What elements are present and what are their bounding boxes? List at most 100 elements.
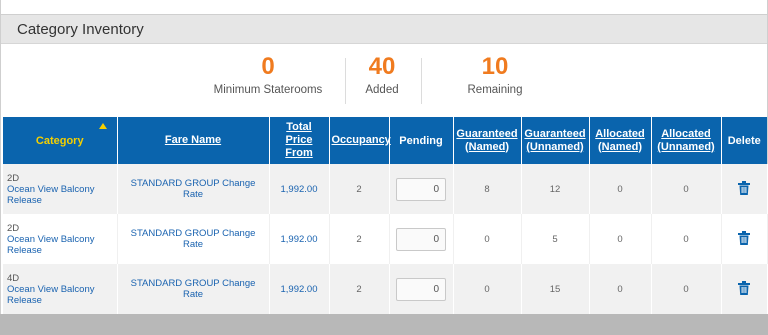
allocated-named-cell: 0 (589, 164, 652, 214)
header-line: (Named) (464, 140, 509, 153)
category-code: 4D (7, 272, 20, 284)
occupancy-cell: 2 (329, 164, 390, 214)
category-cell: 2D Ocean View Balcony Release (3, 164, 118, 214)
header-line: Guaranteed (524, 127, 586, 140)
minimum-staterooms-value: 0 (261, 53, 275, 80)
allocated-unnamed-cell: 0 (651, 214, 722, 264)
category-name-line[interactable]: Ocean View Balcony (7, 284, 113, 295)
trash-icon[interactable] (738, 230, 750, 248)
pending-input[interactable]: 0 (396, 227, 446, 251)
category-cell: 2D Ocean View Balcony Release (3, 214, 118, 264)
fare-name-cell: STANDARD GROUP Change Rate (117, 164, 270, 214)
column-header-guaranteed-named[interactable]: Guaranteed (Named) (453, 117, 522, 164)
category-name-line[interactable]: Release (7, 245, 113, 256)
inventory-table: Category Fare Name Total Price From Occup… (3, 117, 768, 314)
fare-name-cell: STANDARD GROUP Change Rate (117, 214, 270, 264)
category-code: 2D (7, 222, 20, 234)
guaranteed-unnamed-cell: 5 (521, 214, 590, 264)
remaining-stat: 10 Remaining (435, 52, 555, 98)
header-line: From (285, 147, 313, 159)
pending-input[interactable]: 0 (396, 277, 446, 301)
price-link[interactable]: 1,992.00 (281, 234, 318, 245)
guaranteed-unnamed-cell: 15 (521, 264, 590, 314)
total-price-sort-link[interactable]: Total Price From (285, 121, 313, 159)
price-cell: 1,992.00 (269, 264, 330, 314)
header-line: (Unnamed) (526, 140, 584, 153)
column-header-allocated-named[interactable]: Allocated (Named) (589, 117, 652, 164)
trash-icon[interactable] (738, 180, 750, 198)
price-cell: 1,992.00 (269, 214, 330, 264)
fare-name-link[interactable]: STANDARD GROUP Change Rate (131, 228, 256, 250)
fare-name-link[interactable]: STANDARD GROUP Change Rate (131, 278, 256, 300)
minimum-staterooms-label: Minimum Staterooms (213, 84, 323, 96)
guaranteed-named-cell: 0 (453, 264, 522, 314)
header-line: Allocated (661, 127, 711, 140)
allocated-unnamed-sort-link[interactable]: Allocated (Unnamed) (657, 128, 714, 153)
header-line: (Named) (597, 140, 642, 153)
allocated-named-sort-link[interactable]: Allocated (Named) (595, 128, 645, 153)
pending-input[interactable]: 0 (396, 177, 446, 201)
price-link[interactable]: 1,992.00 (281, 284, 318, 295)
delete-cell (721, 164, 768, 214)
price-cell: 1,992.00 (269, 164, 330, 214)
allocated-named-cell: 0 (589, 214, 652, 264)
pending-cell: 0 (389, 264, 454, 314)
pending-cell: 0 (389, 214, 454, 264)
panel-title: Category Inventory (1, 14, 767, 44)
remaining-label: Remaining (467, 84, 523, 96)
minimum-staterooms-stat: 0 Minimum Staterooms (203, 52, 333, 98)
guaranteed-unnamed-cell: 12 (521, 164, 590, 214)
column-header-delete: Delete (721, 117, 767, 164)
guaranteed-named-cell: 8 (453, 164, 522, 214)
category-name-line[interactable]: Release (7, 295, 113, 306)
category-name-line[interactable]: Release (7, 195, 113, 206)
category-name-line[interactable]: Ocean View Balcony (7, 184, 113, 195)
pending-cell: 0 (389, 164, 454, 214)
column-header-category[interactable]: Category (3, 117, 118, 164)
added-stat: 40 Added (347, 52, 417, 98)
guaranteed-named-sort-link[interactable]: Guaranteed (Named) (456, 128, 517, 153)
fare-name-link[interactable]: STANDARD GROUP Change Rate (131, 178, 256, 200)
divider (421, 58, 422, 104)
guaranteed-named-cell: 0 (453, 214, 522, 264)
category-cell: 4D Ocean View Balcony Release (3, 264, 118, 314)
delete-cell (721, 214, 768, 264)
column-header-allocated-unnamed[interactable]: Allocated (Unnamed) (651, 117, 722, 164)
column-header-fare-name[interactable]: Fare Name (117, 117, 270, 164)
footer-bar (0, 314, 768, 335)
top-strip (0, 0, 768, 14)
guaranteed-unnamed-sort-link[interactable]: Guaranteed (Unnamed) (524, 128, 585, 153)
header-line: Total Price (285, 121, 313, 146)
allocated-unnamed-cell: 0 (651, 164, 722, 214)
column-header-guaranteed-unnamed[interactable]: Guaranteed (Unnamed) (521, 117, 590, 164)
inventory-summary: 0 Minimum Staterooms 40 Added 10 Remaini… (1, 44, 767, 117)
allocated-named-cell: 0 (589, 264, 652, 314)
column-header-pending: Pending (389, 117, 454, 164)
category-name-line[interactable]: Ocean View Balcony (7, 234, 113, 245)
price-link[interactable]: 1,992.00 (281, 184, 318, 195)
category-code: 2D (7, 172, 20, 184)
added-label: Added (365, 84, 399, 96)
divider (345, 58, 346, 104)
column-header-occupancy[interactable]: Occupancy (329, 117, 391, 164)
table-header-row: Category Fare Name Total Price From Occup… (3, 117, 767, 164)
remaining-value: 10 (481, 53, 509, 80)
delete-cell (721, 264, 768, 314)
header-line: Allocated (595, 127, 645, 140)
table-row: 4D Ocean View Balcony Release STANDARD G… (3, 264, 768, 314)
added-value: 40 (368, 53, 396, 80)
column-header-total-price[interactable]: Total Price From (269, 117, 330, 164)
fare-name-sort-link[interactable]: Fare Name (165, 134, 221, 146)
sort-ascending-icon (98, 123, 107, 129)
table-row: 2D Ocean View Balcony Release STANDARD G… (3, 164, 768, 214)
allocated-unnamed-cell: 0 (651, 264, 722, 314)
category-inventory-panel: Category Inventory 0 Minimum Staterooms … (0, 14, 768, 335)
table-row: 2D Ocean View Balcony Release STANDARD G… (3, 214, 768, 264)
occupancy-sort-link[interactable]: Occupancy (332, 134, 391, 146)
fare-name-cell: STANDARD GROUP Change Rate (117, 264, 270, 314)
occupancy-cell: 2 (329, 264, 390, 314)
trash-icon[interactable] (738, 280, 750, 298)
header-line: (Unnamed) (657, 140, 715, 153)
header-line: Guaranteed (456, 127, 518, 140)
occupancy-cell: 2 (329, 214, 390, 264)
